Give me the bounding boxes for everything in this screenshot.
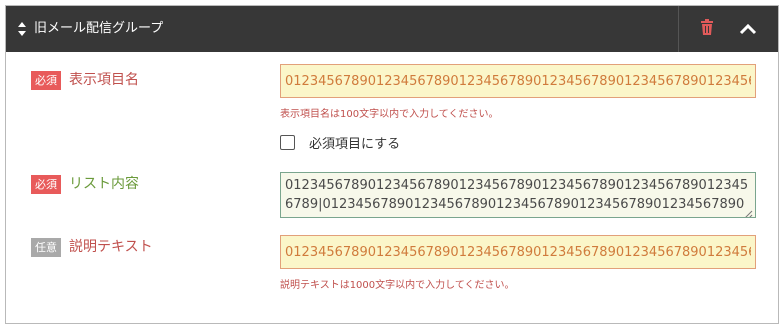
required-badge: 必須 xyxy=(31,175,61,194)
panel-header: 旧メール配信グループ xyxy=(6,6,778,52)
description-hint: 説明テキストは1000文字以内で入力してください。 xyxy=(280,280,515,291)
panel-title: 旧メール配信グループ xyxy=(34,21,164,36)
display-name-hint: 表示項目名は100文字以内で入力してください。 xyxy=(280,109,499,120)
field-label-list-content: リスト内容 xyxy=(69,176,139,192)
description-input[interactable] xyxy=(280,235,756,269)
required-checkbox[interactable] xyxy=(280,134,295,150)
field-label-description: 説明テキスト xyxy=(69,239,153,255)
optional-badge: 任意 xyxy=(31,238,61,257)
list-content-value: 0123456789012345678901234567890123456789… xyxy=(285,178,749,217)
collapse-button[interactable] xyxy=(736,18,760,40)
resize-grip-icon[interactable] xyxy=(744,206,753,217)
form-item-panel: 旧メール配信グループ 必須 表示項目名 表示項目名は100 xyxy=(5,5,779,324)
field-label-display-name: 表示項目名 xyxy=(69,72,139,88)
display-name-input[interactable] xyxy=(280,64,756,98)
trash-icon xyxy=(700,19,714,39)
delete-button[interactable] xyxy=(696,18,718,40)
required-badge: 必須 xyxy=(31,71,61,90)
sort-updown-icon[interactable] xyxy=(17,19,27,39)
required-checkbox-label: 必須項目にする xyxy=(309,136,401,152)
chevron-up-icon xyxy=(739,20,757,39)
header-divider xyxy=(678,6,679,52)
list-content-textarea[interactable]: 0123456789012345678901234567890123456789… xyxy=(280,172,756,218)
required-checkbox-row: 必須項目にする xyxy=(280,133,401,152)
